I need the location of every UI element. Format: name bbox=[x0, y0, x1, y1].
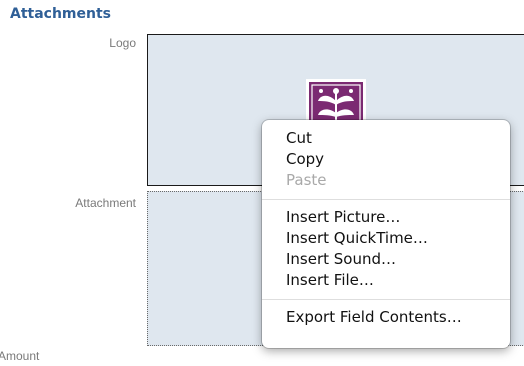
menu-item-cut[interactable]: Cut bbox=[262, 128, 510, 149]
section-title: Attachments bbox=[10, 6, 112, 22]
menu-item-insert-quicktime[interactable]: Insert QuickTime… bbox=[262, 228, 510, 249]
context-menu: Cut Copy Paste Insert Picture… Insert Qu… bbox=[262, 120, 510, 348]
menu-item-paste: Paste bbox=[286, 171, 327, 189]
amount-field-label: Amount bbox=[0, 349, 40, 363]
menu-separator bbox=[262, 199, 510, 200]
menu-item-insert-file[interactable]: Insert File… bbox=[262, 270, 510, 291]
logo-field-label: Logo bbox=[109, 36, 136, 50]
menu-separator bbox=[262, 299, 510, 300]
menu-item-copy[interactable]: Copy bbox=[262, 149, 510, 170]
menu-item-insert-picture[interactable]: Insert Picture… bbox=[262, 207, 510, 228]
menu-item-export-field-contents[interactable]: Export Field Contents… bbox=[262, 307, 510, 328]
attachment-field-label: Attachment bbox=[75, 196, 136, 210]
menu-item-insert-sound[interactable]: Insert Sound… bbox=[262, 249, 510, 270]
